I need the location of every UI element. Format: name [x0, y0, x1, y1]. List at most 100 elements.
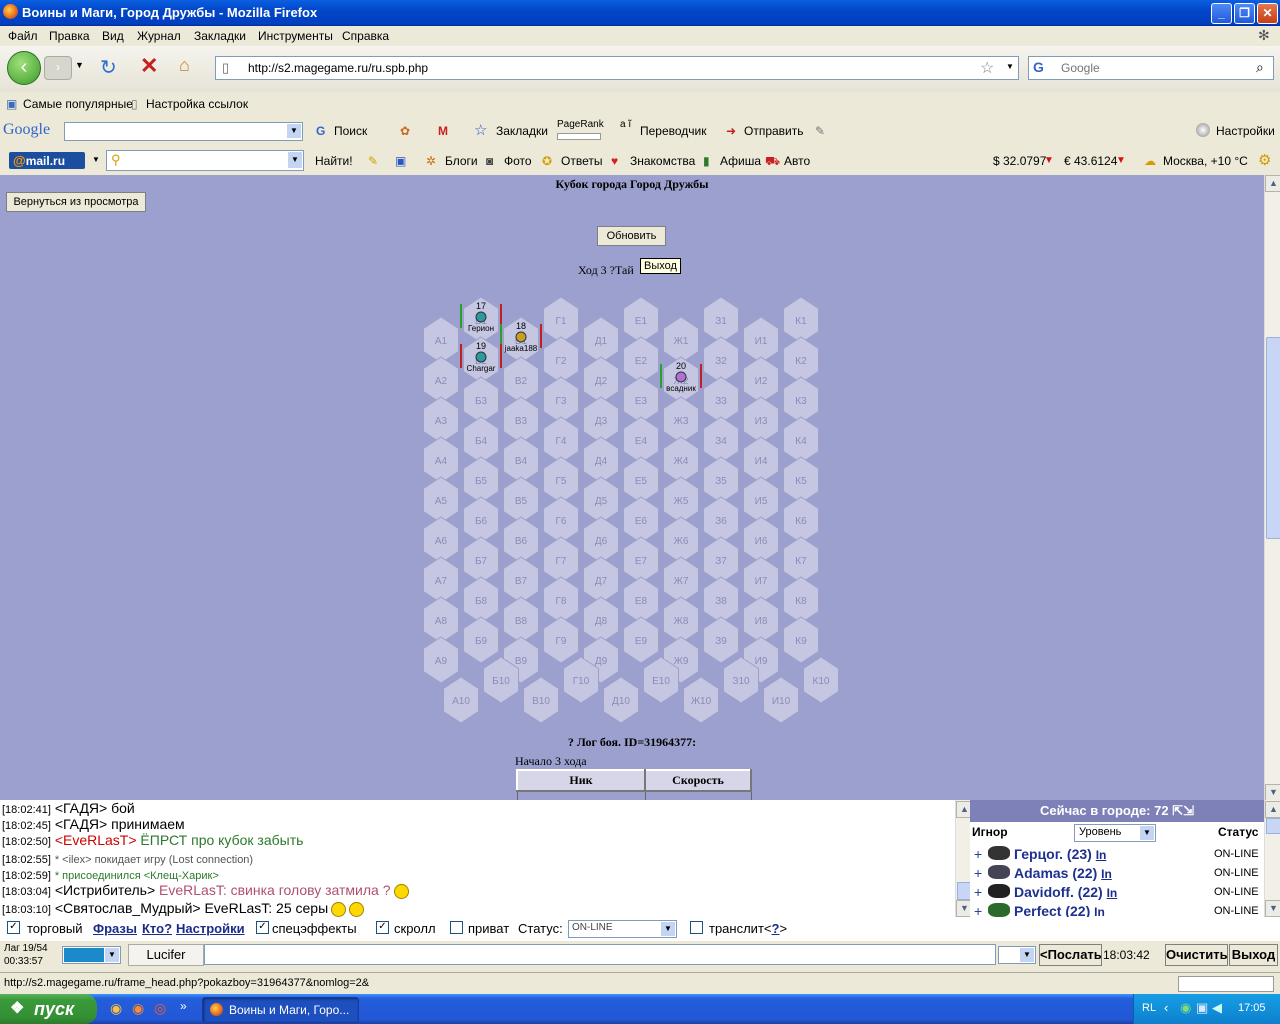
reload-icon[interactable]: ↻	[100, 55, 117, 80]
online-scrollbar[interactable]: ▲ ▼	[1264, 800, 1280, 917]
chat-nick[interactable]: * <ilex>	[55, 854, 92, 866]
search-box[interactable]: G ⌕	[1028, 56, 1274, 80]
settings-link[interactable]: Настройки	[176, 921, 245, 936]
bookmark-star-icon[interactable]: ☆	[474, 121, 487, 139]
phrases-link[interactable]: Фразы	[93, 921, 137, 936]
player-row[interactable]: + Davidoff. (22) In ON-LINE	[970, 883, 1264, 902]
menu-tools[interactable]: Инструменты	[258, 29, 333, 43]
exit-button[interactable]: Выход	[1229, 944, 1278, 966]
who-link[interactable]: Кто?	[142, 921, 172, 936]
scroll-up-button[interactable]: ▲	[1265, 801, 1280, 818]
google-bookmarks[interactable]: Закладки	[496, 124, 548, 138]
status-select[interactable]: ON-LINE ▼	[568, 920, 677, 938]
sort-select[interactable]: Уровень ▼	[1074, 824, 1156, 842]
smiles-select[interactable]: ▼	[998, 946, 1036, 964]
menu-history[interactable]: Журнал	[137, 29, 181, 43]
scroll-checkbox[interactable]: ✓	[376, 921, 389, 934]
scroll-down-button[interactable]: ▼	[1265, 900, 1280, 917]
player-info-link[interactable]: In	[1101, 867, 1112, 881]
player-info-link[interactable]: In	[1096, 848, 1107, 862]
menu-edit[interactable]: Правка	[49, 29, 90, 43]
history-dropdown-icon[interactable]: ▼	[75, 60, 84, 70]
player-row[interactable]: + Герцог. (23) In ON-LINE	[970, 845, 1264, 864]
game-scrollbar[interactable]: ▲ ▼	[1264, 175, 1280, 801]
eur-rate[interactable]: € 43.6124	[1064, 154, 1117, 168]
player-name[interactable]: Adamas (22) In	[1014, 865, 1112, 881]
gear-icon[interactable]: ⚙	[1258, 151, 1271, 169]
player-row[interactable]: + Perfect (22) In ON-LINE	[970, 902, 1264, 917]
google-translator[interactable]: Переводчик	[640, 124, 707, 138]
tray-network-icon[interactable]: ◉	[1180, 1000, 1191, 1016]
back-button[interactable]: ‹	[7, 51, 41, 85]
scroll-up-button[interactable]: ▲	[1265, 175, 1280, 192]
tray-monitor-icon[interactable]: ▣	[1196, 1000, 1208, 1016]
expand-icon[interactable]: +	[974, 903, 982, 917]
player-name[interactable]: Davidoff. (22) In	[1014, 884, 1117, 900]
expand-icon[interactable]: +	[974, 846, 982, 862]
chevron-down-icon[interactable]: ▼	[287, 124, 301, 138]
chat-nick[interactable]: * присоединился	[55, 870, 141, 882]
color-select[interactable]: ▼	[62, 946, 121, 964]
chat-input[interactable]	[204, 944, 996, 965]
expand-icon[interactable]: +	[974, 865, 982, 881]
mailru-dropdown-icon[interactable]: ▼	[92, 155, 100, 164]
google-send[interactable]: Отправить	[744, 124, 804, 138]
player-name[interactable]: Герцог. (23) In	[1014, 846, 1106, 862]
url-dropdown-icon[interactable]: ▼	[1006, 62, 1014, 71]
minimize-button[interactable]: _	[1211, 3, 1232, 24]
mailru-search-input[interactable]: ⚲ ▼	[106, 150, 304, 171]
google-settings[interactable]: Настройки	[1216, 124, 1275, 138]
puzzle-icon[interactable]: ✿	[400, 124, 410, 138]
google-engine-icon[interactable]: G	[1033, 59, 1044, 75]
pencil-icon[interactable]: ✎	[368, 154, 378, 168]
scroll-thumb[interactable]	[1266, 337, 1280, 539]
gmail-icon[interactable]: M	[438, 124, 448, 138]
chevron-down-icon[interactable]: ▼	[105, 948, 119, 962]
nick-button[interactable]: Lucifer	[128, 944, 204, 966]
expand-icon[interactable]: +	[974, 884, 982, 900]
google-search-input[interactable]: ▼	[64, 122, 303, 141]
menu-help[interactable]: Справка	[342, 29, 389, 43]
star-icon[interactable]: ☆	[980, 58, 994, 78]
chat-nick[interactable]: <ГАДЯ>	[55, 800, 107, 816]
send-button[interactable]: <Послать	[1039, 944, 1102, 966]
afisha-link[interactable]: Афиша	[720, 154, 761, 168]
menu-bookmarks[interactable]: Закладки	[194, 29, 246, 43]
player-name[interactable]: Perfect (22) In	[1014, 903, 1105, 917]
maximize-button[interactable]: ❐	[1234, 3, 1255, 24]
tray-arrow-icon[interactable]: ‹	[1164, 1000, 1168, 1015]
search-icon[interactable]: ⌕	[1256, 59, 1264, 76]
usd-rate[interactable]: $ 32.0797	[993, 154, 1046, 168]
hex-board[interactable]: А1Б1В1Г1Д1Е1Ж1З1И1К1А2Б2В2Г2Д2Е2Ж2З2И2К2…	[0, 175, 1264, 735]
start-button[interactable]: ❖ пуск	[0, 994, 97, 1024]
tray-volume-icon[interactable]: ◀	[1212, 1000, 1222, 1016]
bookmark-setup-links[interactable]: Настройка ссылок	[146, 97, 248, 111]
stop-icon[interactable]: ✕	[140, 53, 158, 79]
home-icon[interactable]: ⌂	[179, 55, 190, 76]
find-button[interactable]: Найти!	[315, 154, 353, 168]
scroll-down-button[interactable]: ▼	[1265, 784, 1280, 801]
quicklaunch-chrome-icon[interactable]: ◉	[110, 1000, 122, 1017]
blogs-link[interactable]: Блоги	[445, 154, 478, 168]
google-search-button[interactable]: Поиск	[334, 124, 367, 138]
language-indicator[interactable]: RL	[1142, 1002, 1156, 1014]
player-info-link[interactable]: In	[1107, 886, 1118, 900]
weather-text[interactable]: Москва, +10 °C	[1163, 154, 1248, 168]
chat-nick[interactable]: <ГАДЯ>	[55, 816, 107, 832]
battle-log-title[interactable]: ? Лог боя. ID=31964377:	[0, 735, 1264, 750]
quicklaunch-more-icon[interactable]: »	[180, 999, 187, 1013]
clear-button[interactable]: Очистить	[1165, 944, 1228, 966]
taskbar-firefox-item[interactable]: Воины и Маги, Горо...	[202, 997, 359, 1023]
quicklaunch-firefox-icon[interactable]: ◉	[132, 1000, 144, 1017]
photo-link[interactable]: Фото	[504, 154, 532, 168]
close-button[interactable]: ✕	[1257, 3, 1278, 24]
chevron-down-icon[interactable]: ▼	[1140, 826, 1154, 840]
page-icon[interactable]: ▣	[395, 154, 406, 168]
search-input[interactable]	[1059, 59, 1243, 77]
menu-view[interactable]: Вид	[102, 29, 124, 43]
trade-checkbox[interactable]: ✓	[7, 921, 20, 934]
bookmark-popular[interactable]: Самые популярные	[23, 97, 133, 111]
dating-link[interactable]: Знакомства	[630, 154, 695, 168]
chevron-down-icon[interactable]: ▼	[1020, 948, 1034, 962]
auto-link[interactable]: Авто	[784, 154, 810, 168]
